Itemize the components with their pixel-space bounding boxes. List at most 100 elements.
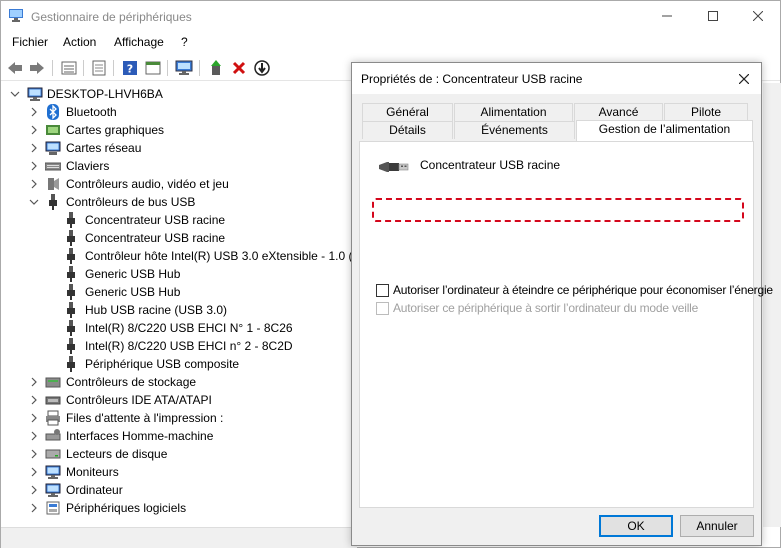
chevron-right-icon[interactable] <box>29 394 39 406</box>
allow-turn-off-checkbox[interactable] <box>376 284 389 297</box>
cancel-button[interactable]: Annuler <box>680 515 754 537</box>
ok-button[interactable]: OK <box>599 515 673 537</box>
allow-turn-off-label[interactable]: Autoriser l’ordinateur à éteindre ce pér… <box>393 283 773 297</box>
chevron-down-icon[interactable] <box>10 88 20 100</box>
tree-category-item[interactable]: Contrôleurs audio, vidéo et jeu <box>1 175 357 193</box>
chevron-right-icon[interactable] <box>29 448 39 460</box>
device-manager-icon <box>9 9 23 22</box>
tree-category-item[interactable]: Cartes graphiques <box>1 121 357 139</box>
title-bar: Gestionnaire de périphériques <box>1 1 780 31</box>
tree-category-item[interactable]: Périphériques logiciels <box>1 499 357 517</box>
tree-item-label: Concentrateur USB racine <box>85 231 226 245</box>
chevron-right-icon[interactable] <box>29 160 39 172</box>
tab-general[interactable]: Général <box>362 103 453 121</box>
forward-button[interactable] <box>27 58 47 78</box>
list-view-icon <box>61 61 77 75</box>
chevron-right-icon[interactable] <box>29 142 39 154</box>
tree-category-item[interactable]: Lecteurs de disque <box>1 445 357 463</box>
tree-item-label: Claviers <box>66 159 110 173</box>
tree-item-label: Contrôleurs audio, vidéo et jeu <box>66 177 229 191</box>
usb-icon <box>67 320 75 336</box>
bluetooth-icon <box>47 104 59 120</box>
chevron-right-icon[interactable] <box>29 412 39 424</box>
tree-category-item[interactable]: Interfaces Homme-machine <box>1 427 357 445</box>
tree-child-item[interactable]: Périphérique USB composite <box>1 355 357 373</box>
back-button[interactable] <box>5 58 25 78</box>
printer-icon <box>46 410 60 426</box>
hid-icon <box>45 429 61 441</box>
update-driver-button[interactable] <box>206 58 226 78</box>
tree-category-item[interactable]: Claviers <box>1 157 357 175</box>
tree-child-item[interactable]: Concentrateur USB racine <box>1 211 357 229</box>
maximize-button[interactable] <box>690 1 736 31</box>
red-x-icon <box>232 61 246 75</box>
view-button[interactable] <box>59 58 79 78</box>
dialog-title: Propriétés de : Concentrateur USB racine <box>361 72 583 86</box>
tree-item-label: Périphériques logiciels <box>66 501 187 515</box>
tree-child-item[interactable]: Contrôleur hôte Intel(R) USB 3.0 eXtensi… <box>1 247 357 265</box>
tree-category-item[interactable]: Cartes réseau <box>1 139 357 157</box>
close-button[interactable] <box>735 1 781 31</box>
tree-item-label: Interfaces Homme-machine <box>66 429 214 443</box>
tree-root[interactable]: DESKTOP-LHVH6BA <box>1 85 357 103</box>
tree-item-label: Moniteurs <box>66 465 119 479</box>
tree-child-item[interactable]: Intel(R) 8/C220 USB EHCI N° 1 - 8C26 <box>1 319 357 337</box>
tab-alimentation[interactable]: Alimentation <box>454 103 573 121</box>
console-icon <box>145 61 161 75</box>
chevron-right-icon[interactable] <box>29 484 39 496</box>
display-adapter-icon <box>46 125 60 135</box>
vertical-scrollbar[interactable] <box>763 83 781 527</box>
menu-fichier[interactable]: Fichier <box>12 35 48 49</box>
disable-button[interactable] <box>252 58 272 78</box>
tree-child-item[interactable]: Generic USB Hub <box>1 265 357 283</box>
dialog-close-button[interactable] <box>727 63 761 94</box>
tree-category-item[interactable]: Ordinateur <box>1 481 357 499</box>
menu-action[interactable]: Action <box>63 35 96 49</box>
chevron-right-icon[interactable] <box>29 106 39 118</box>
tree-child-item[interactable]: Generic USB Hub <box>1 283 357 301</box>
tree-item-label: Périphérique USB composite <box>85 357 240 371</box>
tree-category-item[interactable]: Bluetooth <box>1 103 357 121</box>
horizontal-scrollbar[interactable] <box>1 527 357 548</box>
tree-item-label: Cartes graphiques <box>66 123 165 137</box>
chevron-right-icon[interactable] <box>29 178 39 190</box>
tab-pilote[interactable]: Pilote <box>664 103 748 121</box>
help-button[interactable]: ? <box>120 58 140 78</box>
chevron-down-icon[interactable] <box>29 196 39 208</box>
tree-child-item[interactable]: Concentrateur USB racine <box>1 229 357 247</box>
chevron-right-icon[interactable] <box>29 466 39 478</box>
tree-child-item[interactable]: Intel(R) 8/C220 USB EHCI n° 2 - 8C2D <box>1 337 357 355</box>
tree-category-item[interactable]: Contrôleurs de stockage <box>1 373 357 391</box>
menu-help[interactable]: ? <box>181 35 188 49</box>
monitor-icon <box>45 465 61 479</box>
software-device-icon <box>46 501 60 515</box>
uninstall-button[interactable] <box>229 58 249 78</box>
usb-icon <box>67 230 75 246</box>
menu-affichage[interactable]: Affichage <box>114 35 164 49</box>
tree-category-item[interactable]: Contrôleurs IDE ATA/ATAPI <box>1 391 357 409</box>
usb-icon <box>67 284 75 300</box>
usb-icon <box>67 248 75 264</box>
scan-hardware-button[interactable] <box>174 58 194 78</box>
tab-evenements[interactable]: Événements <box>454 121 575 139</box>
tree-child-item[interactable]: Hub USB racine (USB 3.0) <box>1 301 357 319</box>
tree-item-label: Lecteurs de disque <box>66 447 168 461</box>
tree-category-item[interactable]: Files d'attente à l'impression : <box>1 409 357 427</box>
minimize-button[interactable] <box>644 1 690 31</box>
chevron-right-icon[interactable] <box>29 376 39 388</box>
chevron-right-icon[interactable] <box>29 430 39 442</box>
tab-details[interactable]: Détails <box>362 121 453 139</box>
chevron-right-icon[interactable] <box>29 502 39 514</box>
tree-item-label: Contrôleurs de stockage <box>66 375 197 389</box>
window-title: Gestionnaire de périphériques <box>31 10 192 24</box>
tab-avance[interactable]: Avancé <box>574 103 663 121</box>
tree-item-label: Contrôleur hôte Intel(R) USB 3.0 eXtensi… <box>85 249 357 263</box>
tab-gestion-alimentation[interactable]: Gestion de l’alimentation <box>576 120 753 141</box>
properties-button[interactable] <box>89 58 109 78</box>
tree-category-item[interactable]: Contrôleurs de bus USB <box>1 193 357 211</box>
usb-icon <box>67 338 75 354</box>
chevron-right-icon[interactable] <box>29 124 39 136</box>
scan-view-button[interactable] <box>143 58 163 78</box>
tree-item-label: Intel(R) 8/C220 USB EHCI n° 2 - 8C2D <box>85 339 293 353</box>
tree-category-item[interactable]: Moniteurs <box>1 463 357 481</box>
